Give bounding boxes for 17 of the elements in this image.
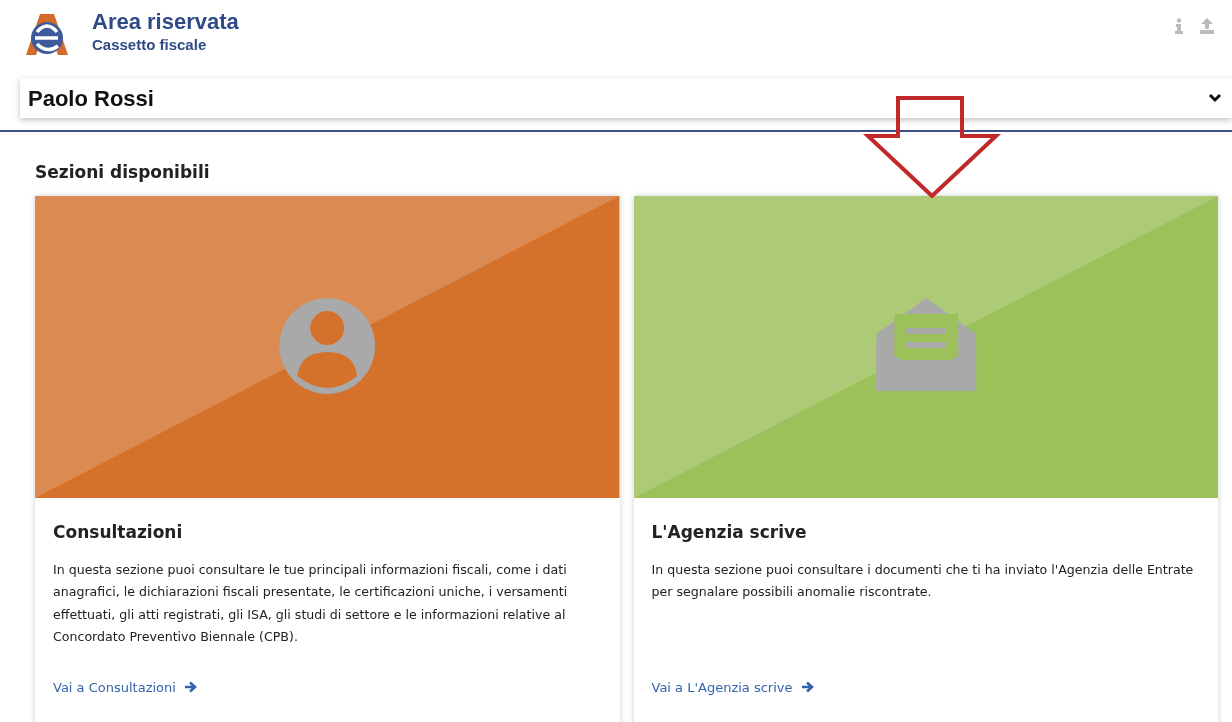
card-link[interactable]: Vai a L'Agenzia scrive — [651, 677, 814, 697]
mail-icon — [875, 297, 976, 391]
upload-icon[interactable] — [1200, 18, 1214, 34]
arrow-right-icon — [800, 681, 814, 694]
card-description: In questa sezione puoi consultare le tue principali informazioni fiscali, come i dati anagrafici, le dichiarazioni fiscali presentate, le certificazioni uniche, i versamenti effettuati, gli atti registrati, gli ISA, gli studi di settore e le informazioni relative al Concordato Preventivo Biennale (CPB). — [53, 561, 569, 647]
info-icon[interactable] — [1174, 18, 1184, 34]
card-link[interactable]: Vai a Consultazioni — [53, 677, 197, 697]
card-description: In questa sezione puoi consultare i documenti che ti ha inviato l'Agenzia delle Entrate per segnalare possibili anomalie riscontrate. — [651, 561, 1195, 602]
expand-icon[interactable] — [1208, 93, 1222, 103]
page-subtitle: Cassetto fiscale — [92, 35, 208, 56]
page-title: Area riservata — [92, 10, 239, 35]
user-name: Paolo Rossi — [28, 84, 154, 113]
card-title: Consultazioni — [53, 520, 184, 544]
arrow-right-icon — [183, 681, 197, 694]
user-icon — [279, 297, 376, 394]
card-title: L'Agenzia scrive — [651, 520, 808, 544]
section-heading: Sezioni disponibili — [35, 161, 211, 184]
